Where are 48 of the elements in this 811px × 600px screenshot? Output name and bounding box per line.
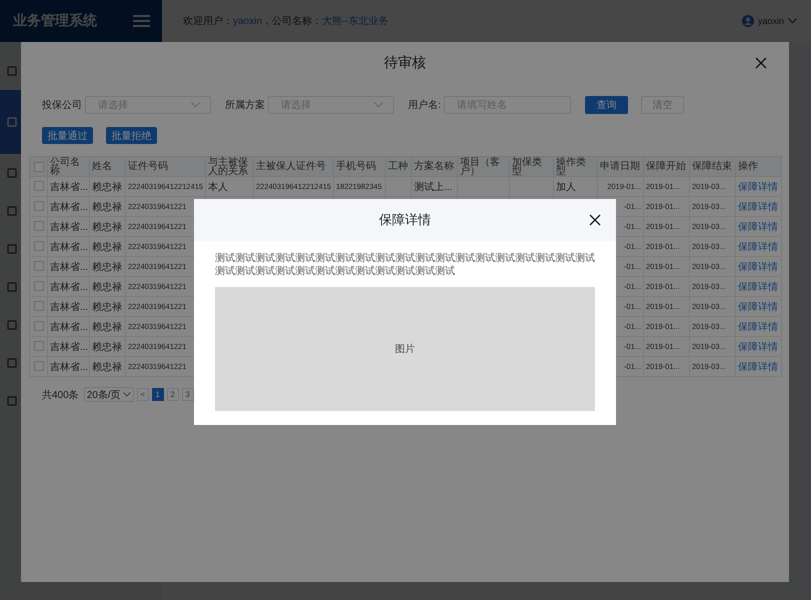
column-header: 证件号码 [128,161,168,172]
column-header: 与主被保人的关系 [208,156,248,176]
column-header: 加保类型 [512,156,542,176]
total-count: 共400条 [42,388,79,402]
table-cell: 赖忠禄 [92,322,122,332]
table-cell: 赖忠禄 [92,262,122,272]
placeholder-label: 图片 [395,342,415,356]
table-cell: 赖忠禄 [92,242,122,252]
column-header: 操作类型 [556,156,586,176]
column-header: 保障开始 [646,161,686,172]
column-header: 手机号码 [336,161,376,172]
column-header: 方案名称 [414,161,454,172]
table-cell: 赖忠禄 [92,362,122,372]
filter-label: 所属方案 [225,98,265,112]
column-header: 公司名称 [50,156,80,176]
table-cell: 赖忠禄 [92,182,122,192]
table-cell: 吉林省... [50,202,88,212]
column-header: 申请日期 [600,161,640,172]
column-header: 工种 [388,161,408,172]
table-cell: 本人 [208,182,228,192]
table-cell: 吉林省... [50,362,88,372]
app-title: 业务管理系统 [13,12,97,30]
table-cell: 加人 [556,182,576,192]
table-cell: 吉林省... [50,282,88,292]
table-cell: 吉林省... [50,342,88,352]
table-cell: 吉林省... [50,262,88,272]
detail-text: 测试测试测试测试测试测试测试测试测试测试测试测试测试测试测试测试测试测试测试测试测试测试测试测试测试测试测试测试测试测试测试 [215,253,595,278]
column-header: 项目（客户） [460,156,500,176]
column-header: 主被保人证件号 [256,161,326,172]
filter-label: 投保公司 [42,98,82,112]
column-header: 保障结束 [692,161,732,172]
table-cell: 吉林省... [50,302,88,312]
table-cell: 吉林省... [50,322,88,332]
table-cell: 赖忠禄 [92,302,122,312]
table-cell: 赖忠禄 [92,282,122,292]
column-header: 姓名 [92,161,112,172]
dialog-title: 待审核 [384,54,426,72]
table-cell: 赖忠禄 [92,202,122,212]
table-cell: 吉林省... [50,242,88,252]
table-cell: 吉林省... [50,222,88,232]
welcome-text: 欢迎用户：yaoxin，公司名称：大熊--东北业务 [183,14,389,28]
dialog-title: 保障详情 [379,211,431,229]
table-cell: 赖忠禄 [92,342,122,352]
table-cell: 吉林省... [50,182,88,192]
table-cell: 测试上... [414,182,452,192]
column-header: 操作 [738,161,758,172]
table-cell: 赖忠禄 [92,222,122,232]
filter-label: 用户名: [408,98,441,112]
